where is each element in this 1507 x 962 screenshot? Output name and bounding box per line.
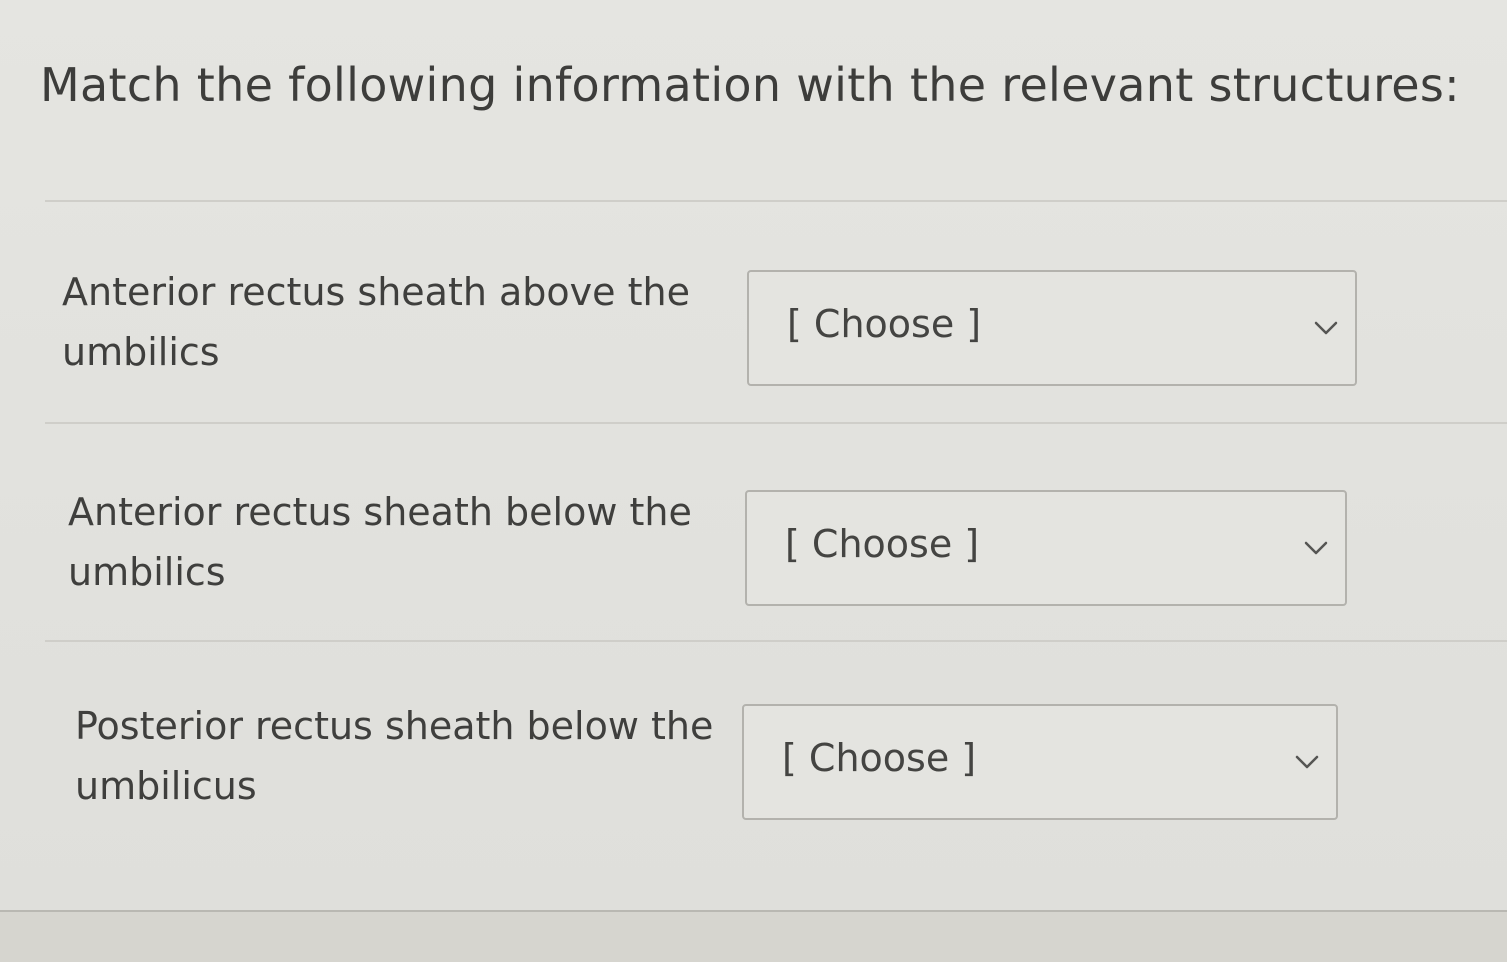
chevron-down-icon	[1295, 755, 1319, 769]
match-select-3[interactable]: [ Choose ]	[742, 704, 1338, 820]
match-label-2-line2: umbilics	[68, 550, 226, 594]
page-background-strip	[0, 912, 1507, 962]
match-label-2: Anterior rectus sheath below the umbilic…	[68, 482, 728, 602]
match-select-2[interactable]: [ Choose ]	[745, 490, 1347, 606]
chevron-down-icon	[1304, 541, 1328, 555]
match-select-1[interactable]: [ Choose ]	[747, 270, 1357, 386]
match-label-1: Anterior rectus sheath above the umbilic…	[62, 262, 722, 382]
match-label-1-line2: umbilics	[62, 330, 220, 374]
match-select-2-value: [ Choose ]	[785, 522, 980, 566]
chevron-down-icon	[1314, 321, 1338, 335]
divider	[45, 200, 1507, 202]
question-card: Match the following information with the…	[0, 0, 1507, 912]
match-label-3-line2: umbilicus	[75, 764, 257, 808]
question-prompt: Match the following information with the…	[40, 58, 1460, 112]
match-label-3: Posterior rectus sheath below the umbili…	[75, 696, 755, 816]
match-label-3-line1: Posterior rectus sheath below the	[75, 704, 714, 748]
match-label-1-line1: Anterior rectus sheath above the	[62, 270, 690, 314]
divider	[45, 640, 1507, 642]
match-select-3-value: [ Choose ]	[782, 736, 977, 780]
match-label-2-line1: Anterior rectus sheath below the	[68, 490, 692, 534]
divider	[45, 422, 1507, 424]
match-select-1-value: [ Choose ]	[787, 302, 982, 346]
